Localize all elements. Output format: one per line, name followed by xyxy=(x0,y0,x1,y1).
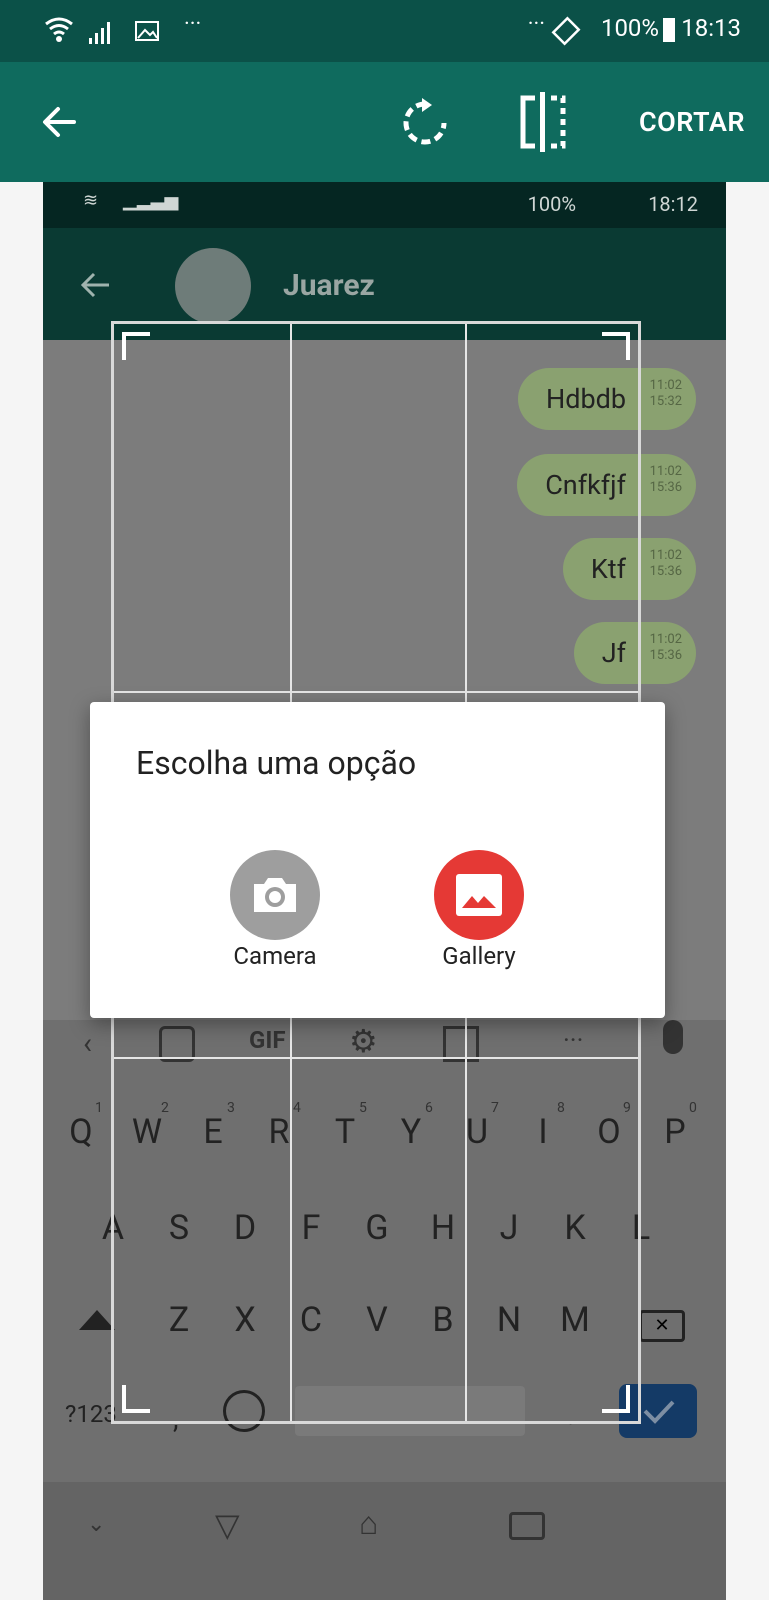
camera-label[interactable]: Camera xyxy=(195,942,355,970)
signal-icon xyxy=(89,22,110,44)
keyboard-back-icon: ‹ xyxy=(83,1026,93,1061)
message-time: 11:02 15:32 xyxy=(649,378,682,409)
crop-handle-top-left[interactable] xyxy=(122,332,152,362)
nav-recents-icon xyxy=(509,1512,545,1540)
nav-home-icon: ⌂ xyxy=(359,1504,379,1542)
camera-option[interactable] xyxy=(230,850,320,940)
symbols-key: ?123 xyxy=(65,1400,117,1428)
gallery-label[interactable]: Gallery xyxy=(399,942,559,970)
clock: 18:13 xyxy=(681,14,741,42)
mic-icon xyxy=(663,1020,683,1054)
back-arrow-icon[interactable] xyxy=(40,102,80,142)
battery-percent: 100% xyxy=(600,14,659,42)
nav-back-icon: ▽ xyxy=(215,1506,240,1544)
battery-icon xyxy=(663,18,675,42)
rotate-icon[interactable] xyxy=(400,96,450,150)
more-icon: ··· xyxy=(527,12,545,37)
gallery-option[interactable] xyxy=(434,850,524,940)
choose-option-dialog: Escolha uma opção Camera Gallery xyxy=(90,702,665,1018)
rotation-icon xyxy=(551,16,581,46)
grid-line xyxy=(114,1057,638,1059)
message-time: 11:02 15:36 xyxy=(649,464,682,495)
preview-clock: 18:12 xyxy=(648,192,698,216)
crop-handle-top-right[interactable] xyxy=(600,332,630,362)
gallery-icon xyxy=(456,874,502,916)
backspace-icon: ✕ xyxy=(639,1310,685,1342)
shift-icon xyxy=(79,1310,115,1330)
status-bar: ··· ··· 100% 18:13 xyxy=(0,0,769,62)
key: Q xyxy=(69,1112,93,1152)
message-time: 11:02 15:36 xyxy=(649,548,682,579)
preview-signal-icon: ▁▂▃▅ xyxy=(123,190,179,211)
wifi-icon xyxy=(45,17,73,42)
preview-contact-name: Juarez xyxy=(283,268,375,303)
flip-icon[interactable] xyxy=(517,92,569,152)
crop-button[interactable]: CORTAR xyxy=(639,106,745,138)
app-bar: CORTAR xyxy=(0,62,769,182)
grid-line xyxy=(114,691,638,693)
message-time: 11:02 15:36 xyxy=(649,632,682,663)
hide-keyboard-icon: ⌄ xyxy=(87,1512,106,1537)
crop-handle-bottom-left[interactable] xyxy=(122,1383,152,1413)
preview-back-icon xyxy=(80,272,109,298)
preview-battery: 100% xyxy=(527,192,576,216)
key-number: 0 xyxy=(689,1100,697,1116)
key: P xyxy=(664,1112,686,1152)
key-number: 1 xyxy=(95,1100,103,1116)
camera-icon xyxy=(254,878,296,912)
preview-status-bar: ≋ ▁▂▃▅ 100% 18:12 xyxy=(43,182,726,228)
dialog-title: Escolha uma opção xyxy=(136,744,417,782)
preview-avatar xyxy=(175,248,251,324)
crop-handle-bottom-right[interactable] xyxy=(600,1383,630,1413)
preview-wifi-icon: ≋ xyxy=(83,190,99,211)
preview-nav-bar: ⌄ ▽ ⌂ xyxy=(43,1482,726,1600)
more-notifications-icon: ··· xyxy=(184,12,202,37)
image-notification-icon xyxy=(135,21,159,41)
